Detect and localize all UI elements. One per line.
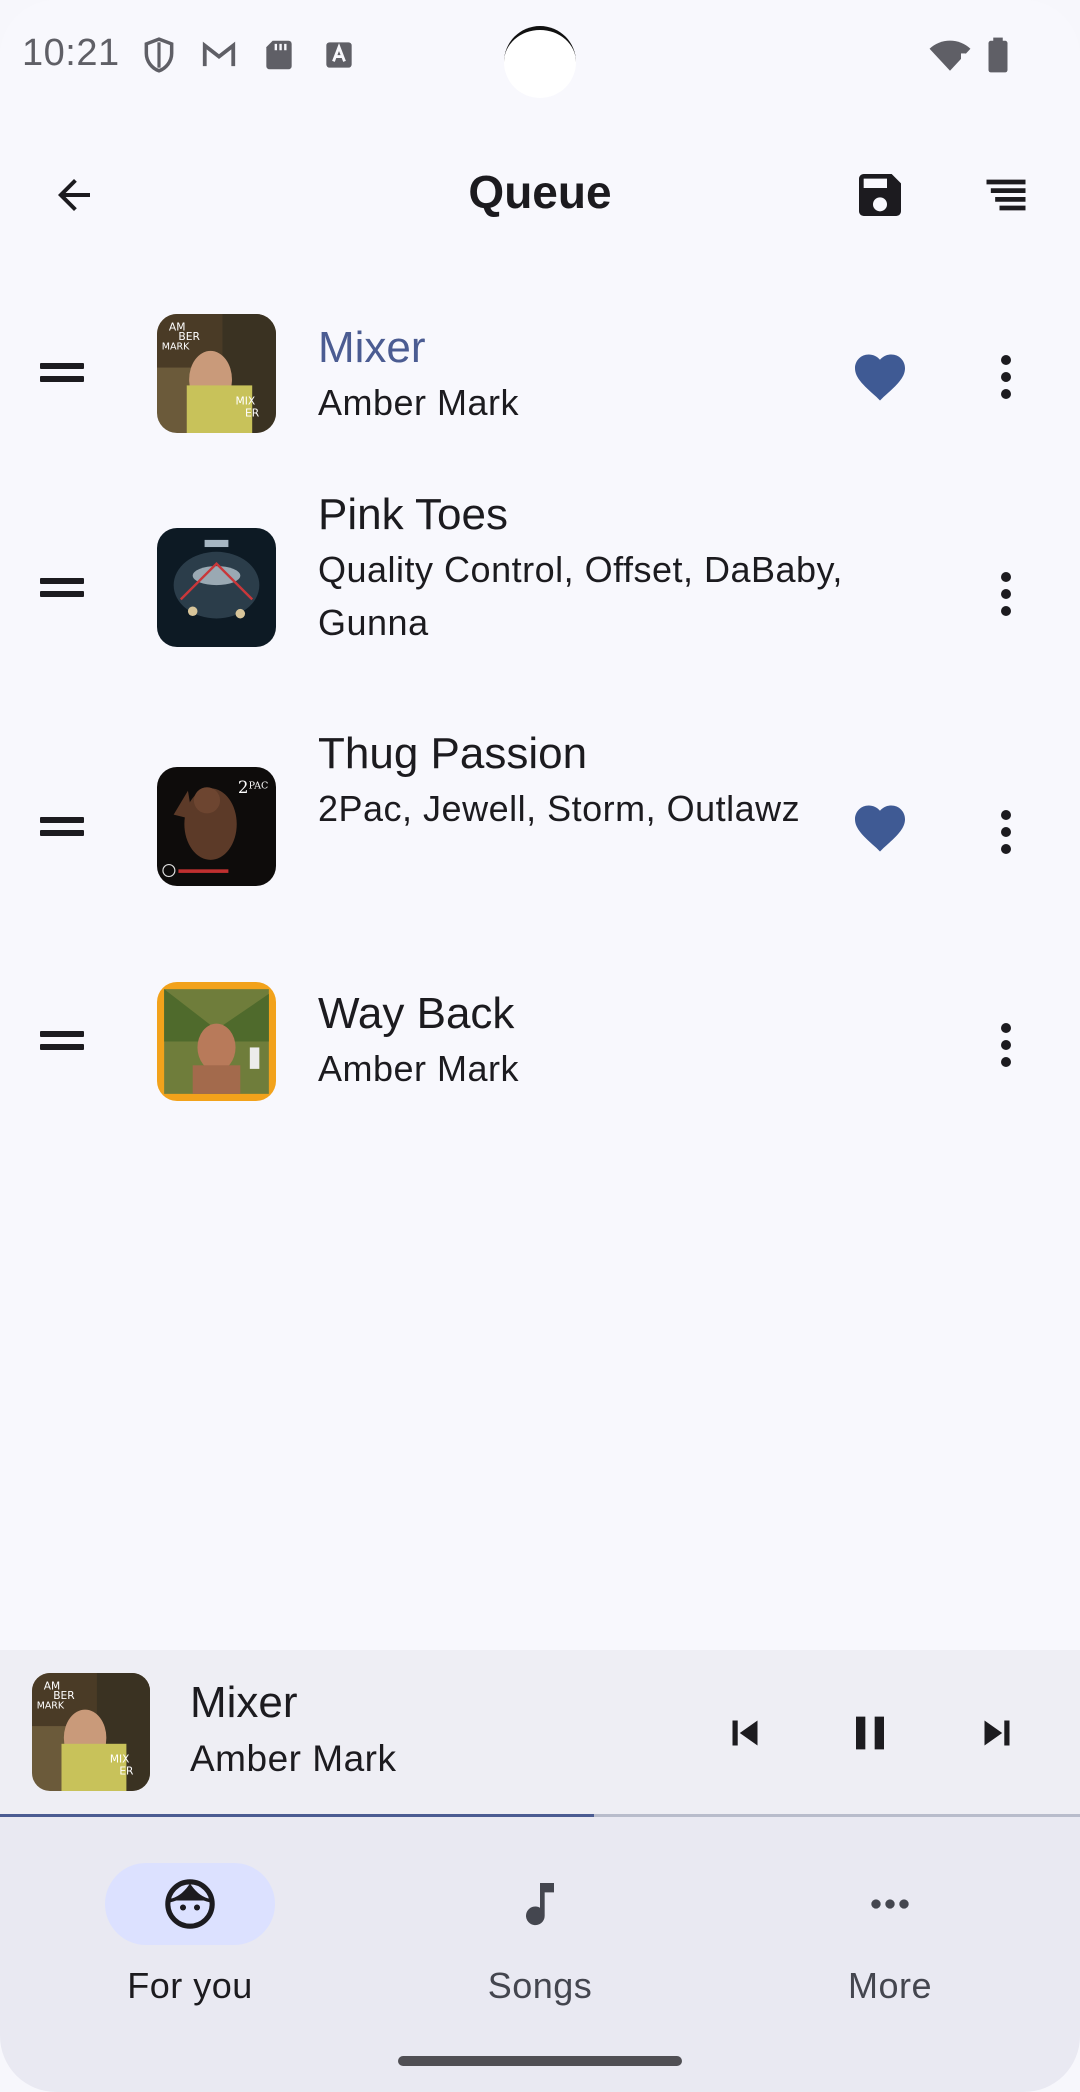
album-art-amber-mark-mixer: AM BER MARK MIX ER [157, 314, 276, 433]
track-title: Way Back [318, 989, 515, 1038]
skip-next-icon [984, 1720, 1010, 1746]
nav-item-for-you[interactable]: For you [70, 1845, 310, 2006]
album-art [157, 982, 276, 1101]
track-text: Mixer Amber Mark [318, 320, 918, 429]
mini-player-title: Mixer [190, 1678, 298, 1727]
album-art-amber-mark-mixer: AM BER MARK MIX ER [32, 1673, 150, 1791]
drag-handle-icon[interactable] [40, 578, 86, 598]
track-artist: Quality Control, Offset, DaBaby, Gunna [318, 549, 843, 643]
save-icon [859, 174, 901, 216]
gmail-icon [202, 41, 236, 67]
notification-icons [140, 36, 358, 74]
nav-label: For you [127, 1965, 253, 2006]
track-artist: 2Pac, Jewell, Storm, Outlawz [318, 788, 801, 829]
svg-text:MARK: MARK [162, 342, 190, 353]
home-indicator[interactable] [398, 2056, 682, 2066]
bottom-navigation: For you Songs More [0, 1817, 1080, 2092]
pause-icon [856, 1716, 884, 1750]
svg-text:ER: ER [245, 406, 260, 419]
sort-button[interactable] [966, 155, 1046, 235]
heart-filled-icon [855, 805, 905, 852]
svg-text:ER: ER [119, 1764, 134, 1777]
svg-text:MARK: MARK [37, 1700, 65, 1711]
more-options-button[interactable] [986, 347, 1026, 407]
system-icons [928, 36, 1010, 74]
nav-active-indicator [105, 1863, 275, 1945]
more-horiz-icon [871, 1899, 909, 1909]
drag-handle-icon[interactable] [40, 817, 86, 837]
more-options-button[interactable] [986, 564, 1026, 624]
svg-text:PAC: PAC [249, 780, 269, 791]
heart-filled-icon [855, 354, 905, 401]
wifi-alert-icon [929, 40, 971, 71]
screen: 10:21 Queue AM BER MARK MIX ER Mixer Amb… [0, 0, 1080, 2092]
favorite-button[interactable] [850, 798, 910, 858]
status-time: 10:21 [22, 32, 120, 74]
pause-button[interactable] [835, 1698, 905, 1768]
sort-lines-icon [986, 179, 1026, 211]
mini-player[interactable]: AM BER MARK MIX ER Mixer Amber Mark [0, 1650, 1080, 1816]
sd-card-icon [266, 40, 292, 70]
album-art [157, 528, 276, 647]
nav-item-songs[interactable]: Songs [420, 1845, 660, 2006]
top-app-bar: Queue [0, 140, 1080, 250]
shield-icon [144, 37, 174, 73]
more-options-button[interactable] [986, 1015, 1026, 1075]
font-icon [326, 42, 352, 68]
track-artist: Amber Mark [318, 1048, 520, 1089]
album-art-control-the-streets [157, 528, 276, 647]
album-art-2pac-all-eyez: 2 PAC [157, 767, 276, 886]
music-note-icon [526, 1883, 554, 1926]
save-queue-button[interactable] [840, 155, 920, 235]
queue-item[interactable]: AM BER MARK MIX ER Mixer Amber Mark [0, 292, 1080, 472]
nav-label: Songs [487, 1965, 593, 2006]
track-title: Pink Toes [318, 490, 508, 539]
queue-item[interactable]: 2 PAC Thug Passion 2Pac, Jewell, Storm, … [0, 710, 1080, 948]
previous-button[interactable] [710, 1698, 780, 1768]
drag-handle-icon[interactable] [40, 1031, 86, 1051]
queue-item[interactable]: Way Back Amber Mark [0, 948, 1080, 1128]
track-text: Way Back Amber Mark [318, 986, 918, 1095]
face-icon [165, 1879, 215, 1929]
album-art: AM BER MARK MIX ER [157, 314, 276, 433]
svg-text:2: 2 [238, 778, 249, 797]
album-art-amber-mark-way-back [157, 982, 276, 1101]
next-button[interactable] [962, 1698, 1032, 1768]
track-artist: Amber Mark [318, 382, 520, 423]
track-text: Pink Toes Quality Control, Offset, DaBab… [318, 487, 918, 649]
queue-item[interactable]: Pink Toes Quality Control, Offset, DaBab… [0, 472, 1080, 710]
favorite-button[interactable] [850, 347, 910, 407]
mini-player-artist: Amber Mark [190, 1738, 397, 1779]
nav-item-more[interactable]: More [770, 1845, 1010, 2006]
mini-player-album-art: AM BER MARK MIX ER [32, 1673, 150, 1791]
track-text: Thug Passion 2Pac, Jewell, Storm, Outlaw… [318, 726, 918, 835]
drag-handle-icon[interactable] [40, 363, 86, 383]
nav-label: More [847, 1965, 933, 2006]
status-bar: 10:21 [0, 0, 1080, 110]
queue-list: AM BER MARK MIX ER Mixer Amber Mark Pink… [0, 292, 1080, 1128]
track-title: Mixer [318, 323, 426, 372]
album-art: 2 PAC [157, 767, 276, 886]
camera-cutout [504, 26, 576, 98]
more-options-button[interactable] [986, 802, 1026, 862]
track-title: Thug Passion [318, 729, 588, 778]
battery-icon [988, 37, 1008, 73]
skip-previous-icon [732, 1720, 758, 1746]
